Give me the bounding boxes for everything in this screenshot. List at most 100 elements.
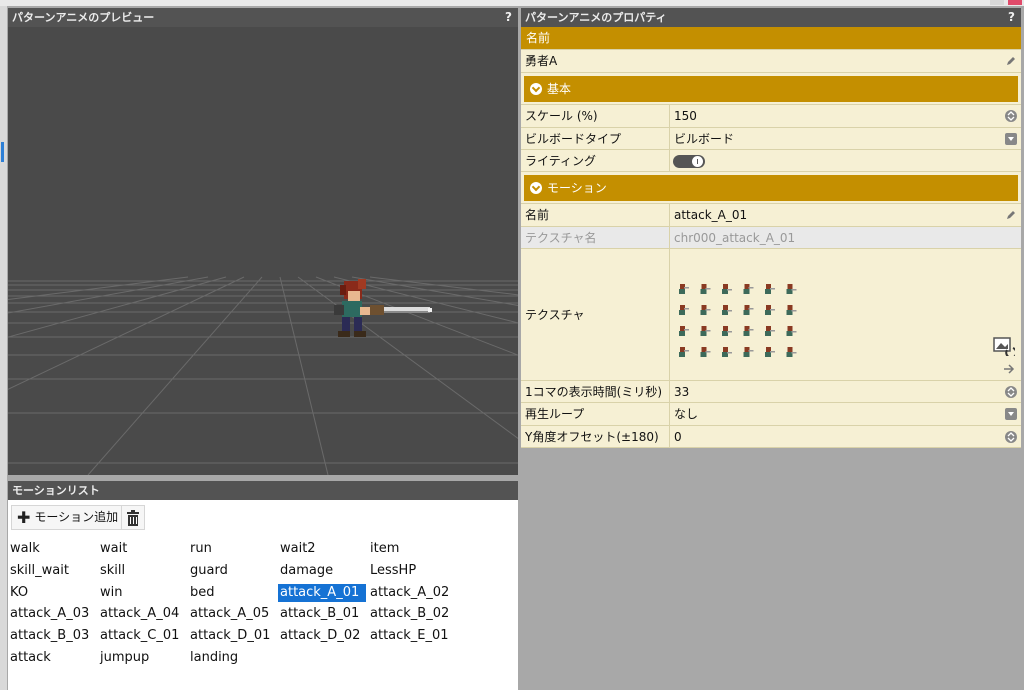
sprite-frame (700, 347, 711, 357)
sprite-frame (743, 326, 754, 336)
frame-time-value[interactable]: 33 (670, 381, 1021, 402)
scale-row[interactable]: スケール (%) 150 (521, 105, 1021, 128)
delete-motion-button[interactable] (121, 505, 145, 530)
basic-section[interactable]: 基本 (521, 73, 1021, 105)
motion-list-item[interactable]: bed (188, 584, 278, 602)
help-icon[interactable]: ? (505, 8, 512, 27)
edit-icon[interactable] (1005, 209, 1017, 221)
preview-viewport[interactable] (8, 27, 518, 475)
dropdown-icon[interactable] (1005, 408, 1017, 420)
loop-row[interactable]: 再生ループ なし (521, 403, 1021, 426)
lighting-toggle[interactable] (673, 155, 705, 168)
name-row[interactable]: 勇者A (521, 50, 1021, 73)
motion-list-item[interactable]: attack_C_01 (98, 627, 188, 645)
help-icon[interactable]: ? (1008, 8, 1015, 27)
motion-list-item[interactable]: walk (8, 540, 98, 558)
motion-list-item[interactable]: attack_B_03 (8, 627, 98, 645)
sprite-frame (679, 347, 689, 357)
texture-name-row: テクスチャ名 chr000_attack_A_01 (521, 227, 1021, 249)
motion-list-item[interactable]: attack_A_03 (8, 605, 98, 623)
top-strip (0, 0, 1024, 6)
sprite-frame (679, 305, 689, 315)
texture-preview[interactable] (670, 249, 1021, 380)
sprite-frame (786, 284, 797, 294)
motion-toolbar: ✚ モーション追加 (8, 500, 518, 534)
motion-list-item[interactable]: item (368, 540, 458, 558)
motion-section[interactable]: モーション (521, 172, 1021, 204)
texture-row: テクスチャ (521, 249, 1021, 381)
yoffset-label: Y角度オフセット(±180) (521, 426, 670, 447)
loop-value[interactable]: なし (670, 403, 1021, 425)
motion-list-item[interactable]: attack_A_02 (368, 584, 458, 602)
loop-label: 再生ループ (521, 403, 670, 425)
motion-list-item[interactable]: skill_wait (8, 562, 98, 580)
motion-name-row[interactable]: 名前 attack_A_01 (521, 204, 1021, 227)
stepper-icon[interactable] (1005, 386, 1017, 398)
dropdown-icon[interactable] (1005, 133, 1017, 145)
motion-list-item[interactable]: run (188, 540, 278, 558)
window-close-button[interactable] (1008, 0, 1022, 5)
add-motion-button[interactable]: ✚ モーション追加 (11, 505, 125, 530)
sprite-frame (765, 347, 775, 357)
sprite-frame (700, 284, 711, 294)
sprite-frame (786, 326, 797, 336)
sprite-sheet-thumbnail (679, 284, 797, 357)
motion-list-panel-title: モーションリスト (8, 481, 518, 500)
billboard-value[interactable]: ビルボード (670, 128, 1021, 149)
basic-section-label: 基本 (547, 82, 572, 96)
motion-list-item[interactable]: landing (188, 649, 278, 667)
motion-list-item[interactable]: jumpup (98, 649, 188, 667)
motion-list-item[interactable]: damage (278, 562, 368, 580)
sprite-frame (743, 347, 754, 357)
motion-list-item[interactable]: attack_A_04 (98, 605, 188, 623)
preview-title-text: パターンアニメのプレビュー (12, 11, 155, 24)
chevron-down-icon (530, 83, 542, 95)
motion-list-item[interactable]: guard (188, 562, 278, 580)
motion-list-item[interactable]: skill (98, 562, 188, 580)
motion-list-item[interactable]: attack_D_02 (278, 627, 368, 645)
lighting-row: ライティング (521, 150, 1021, 172)
edit-icon[interactable] (1005, 55, 1017, 67)
motion-list-item[interactable]: wait (98, 540, 188, 558)
motion-list-item[interactable]: attack_B_02 (368, 605, 458, 623)
frame-time-row[interactable]: 1コマの表示時間(ミリ秒) 33 (521, 381, 1021, 403)
motion-list-item[interactable]: attack_D_01 (188, 627, 278, 645)
stepper-icon[interactable] (1005, 110, 1017, 122)
stepper-icon[interactable] (1005, 431, 1017, 443)
replace-image-icon[interactable] (993, 336, 1015, 356)
preview-panel-title: パターンアニメのプレビュー ? (8, 8, 518, 27)
motion-list-item[interactable]: attack_E_01 (368, 627, 458, 645)
motion-list-item[interactable]: LessHP (368, 562, 458, 580)
motion-list-item[interactable]: attack_A_01 (278, 583, 366, 602)
motion-name-label: 名前 (521, 204, 670, 226)
sprite-frame (743, 305, 754, 315)
sprite-frame (722, 284, 732, 294)
plus-icon: ✚ (17, 508, 31, 527)
motion-list-item[interactable]: KO (8, 584, 98, 602)
dock-indicator (1, 142, 4, 162)
billboard-row[interactable]: ビルボードタイプ ビルボード (521, 128, 1021, 150)
name-value[interactable]: 勇者A (521, 50, 1021, 72)
name-header: 名前 (521, 27, 1021, 50)
yoffset-row[interactable]: Y角度オフセット(±180) 0 (521, 426, 1021, 448)
arrow-right-icon[interactable] (1003, 363, 1015, 375)
sprite-frame (722, 326, 732, 336)
motion-name-value[interactable]: attack_A_01 (670, 204, 1021, 226)
lighting-label: ライティング (521, 150, 670, 171)
chevron-down-icon (530, 182, 542, 194)
scale-label: スケール (%) (521, 105, 670, 127)
window-button[interactable] (990, 0, 1004, 5)
sprite-frame (700, 326, 711, 336)
sprite-frame (679, 284, 689, 294)
yoffset-value[interactable]: 0 (670, 426, 1021, 447)
motion-list-item[interactable]: attack (8, 649, 98, 667)
sprite-frame (786, 347, 797, 357)
motion-list-item[interactable]: wait2 (278, 540, 368, 558)
motion-list-item[interactable]: attack_B_01 (278, 605, 368, 623)
texture-name-label: テクスチャ名 (521, 227, 670, 248)
sprite-frame (679, 326, 689, 336)
sprite-frame (722, 347, 732, 357)
motion-list-item[interactable]: attack_A_05 (188, 605, 278, 623)
scale-value[interactable]: 150 (670, 105, 1021, 127)
motion-list-item[interactable]: win (98, 584, 188, 602)
